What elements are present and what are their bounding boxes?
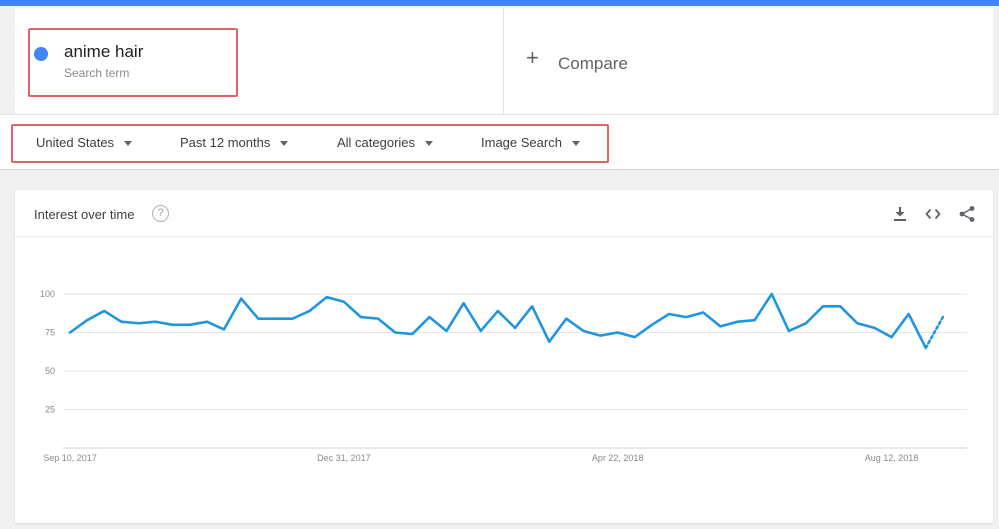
card-header: Interest over time ?: [15, 190, 993, 237]
x-tick-label: Apr 22, 2018: [592, 453, 644, 463]
compare-button[interactable]: + Compare: [504, 8, 993, 114]
time-range-filter-dropdown[interactable]: Past 12 months: [180, 135, 289, 150]
series-line: [68, 292, 928, 350]
time-range-filter-label: Past 12 months: [180, 135, 271, 150]
y-tick-label: 50: [45, 366, 55, 376]
search-term-subtitle: Search term: [64, 66, 130, 80]
search-terms-area: anime hair Search term + Compare: [0, 6, 999, 114]
compare-label: Compare: [558, 54, 628, 73]
download-icon[interactable]: [890, 204, 910, 224]
x-tick-label: Dec 31, 2017: [317, 453, 371, 463]
card-title: Interest over time: [34, 207, 135, 222]
help-icon[interactable]: ?: [152, 205, 169, 222]
search-type-filter-dropdown[interactable]: Image Search: [481, 135, 580, 150]
search-term-highlight-box: [28, 28, 238, 97]
category-filter-label: All categories: [337, 135, 416, 150]
y-tick-label: 25: [45, 405, 55, 415]
caret-down-icon: [571, 140, 580, 146]
region-filter-label: United States: [36, 135, 115, 150]
filters-bar: United States Past 12 months All categor…: [0, 114, 999, 170]
search-term-name[interactable]: anime hair: [64, 42, 143, 62]
x-tick-label: Aug 12, 2018: [865, 453, 919, 463]
embed-icon[interactable]: [923, 204, 943, 224]
category-filter-dropdown[interactable]: All categories: [337, 135, 434, 150]
series-color-dot: [34, 47, 48, 61]
plus-icon: +: [526, 45, 539, 70]
y-tick-label: 75: [45, 328, 55, 338]
search-type-filter-label: Image Search: [481, 135, 562, 150]
caret-down-icon: [425, 140, 434, 146]
interest-over-time-chart: 25 50 75 100 Sep 10, 2017 Dec 31, 2017 Apr 22…: [40, 289, 967, 463]
caret-down-icon: [280, 140, 289, 146]
search-term-card[interactable]: anime hair Search term: [15, 8, 504, 114]
y-tick-label: 100: [40, 289, 55, 299]
x-tick-label: Sep 10, 2017: [43, 453, 97, 463]
caret-down-icon: [124, 140, 133, 146]
interest-over-time-card: Interest over time ? 25 50 75 100 Sep 10, 2…: [15, 190, 993, 523]
region-filter-dropdown[interactable]: United States: [36, 135, 133, 150]
share-icon[interactable]: [957, 204, 977, 224]
